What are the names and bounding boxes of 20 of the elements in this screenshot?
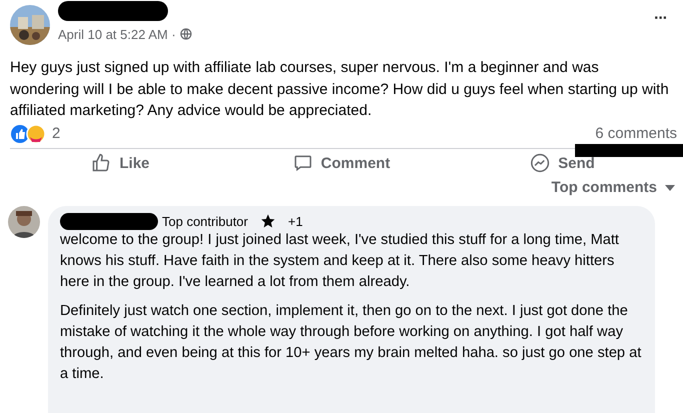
post-text: Hey guys just signed up with affiliate lab courses, super nervous. I'm a beginner and was wondering will I be able to make decent passive income? How did u guys feel when starting up with affiliated marketing? Any advice would be appreciated. xyxy=(10,58,670,121)
caret-icon xyxy=(665,184,675,190)
contributor-label: Top contributor xyxy=(162,214,248,228)
globe-icon xyxy=(180,28,192,40)
avatar xyxy=(8,206,40,238)
comment-text: Definitely just watch one section, implement it, then go on to the next. I just got done the mistake of watching it the whole way through before working on anything. I got half way through, and even being at this for 10+ years my brain melted haha. so just go one step at a time. xyxy=(60,302,642,384)
thumbs-up-icon xyxy=(91,153,112,173)
messenger-icon xyxy=(530,153,550,173)
comment-text: welcome to the group! I just joined last week, I've studied this stuff for a long time, Matt knows his stuff. Have faith in the system and keep at it. There also some heavy hitters here in the group. I've learned a lot from them already. xyxy=(60,231,620,292)
more-options-icon[interactable]: ··· xyxy=(654,10,667,28)
reaction-count[interactable]: 2 xyxy=(52,125,60,142)
comments-count[interactable]: 6 comments xyxy=(595,125,677,142)
post-date: April 10 at 5:22 AM · xyxy=(58,26,176,42)
comment-button[interactable]: Comment xyxy=(284,149,398,177)
send-button[interactable]: Send xyxy=(522,149,603,177)
sort-dropdown[interactable]: Top comments xyxy=(551,177,675,198)
badge-count: +1 xyxy=(288,214,303,228)
like-button[interactable]: Like xyxy=(83,149,158,177)
star-icon xyxy=(260,213,276,229)
speech-bubble-icon xyxy=(292,153,313,173)
